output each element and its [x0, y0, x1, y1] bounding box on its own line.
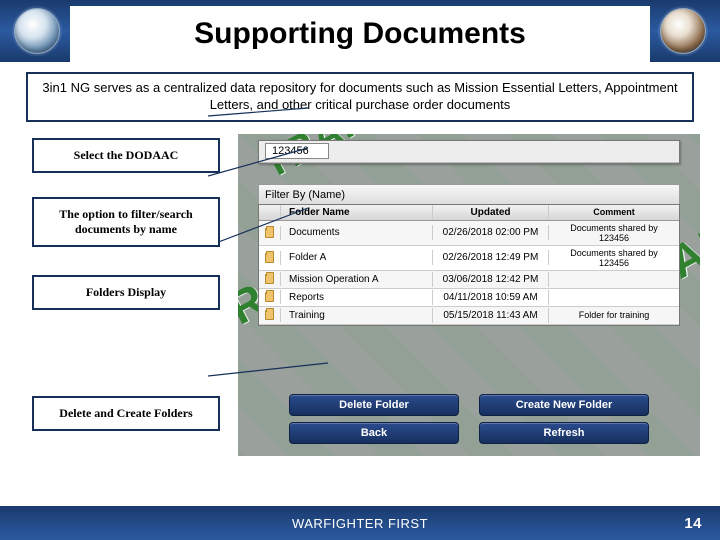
folder-icon	[259, 308, 281, 322]
cell-comment: Folder for training	[549, 308, 679, 322]
button-row-2: Back Refresh	[258, 422, 680, 444]
col-icon	[259, 205, 281, 220]
create-folder-button[interactable]: Create New Folder	[479, 394, 649, 416]
col-comment: Comment	[549, 205, 679, 220]
agency-seal-right	[660, 8, 706, 54]
table-row[interactable]: Folder A02/26/2018 12:49 PMDocuments sha…	[259, 246, 679, 271]
col-updated: Updated	[433, 205, 549, 220]
description-banner: 3in1 NG serves as a centralized data rep…	[26, 72, 694, 122]
refresh-button[interactable]: Refresh	[479, 422, 649, 444]
dodaac-value[interactable]: 123456	[265, 143, 329, 159]
filter-label: Filter By (Name)	[265, 189, 345, 201]
cell-comment: Documents shared by 123456	[549, 246, 679, 270]
table-row[interactable]: Reports04/11/2018 10:59 AM	[259, 289, 679, 307]
folder-icon	[259, 290, 281, 304]
cell-comment	[549, 295, 679, 299]
dodaac-row: 123456	[259, 141, 679, 163]
cell-updated: 05/15/2018 11:43 AM	[433, 308, 549, 323]
folder-icon	[259, 226, 281, 240]
folders-table: Folder Name Updated Comment Documents02/…	[258, 204, 680, 326]
callout-select-dodaac: Select the DODAAC	[32, 138, 220, 173]
filter-panel: Filter By (Name)	[258, 176, 680, 206]
app-background: TRAIN TRAIN TRAIN 123456 Filter By (Name…	[238, 134, 700, 456]
button-row-1: Delete Folder Create New Folder	[258, 394, 680, 416]
page-title: Supporting Documents	[194, 17, 526, 51]
table-row[interactable]: Mission Operation A03/06/2018 12:42 PM	[259, 271, 679, 289]
delete-folder-button[interactable]: Delete Folder	[289, 394, 459, 416]
table-header: Folder Name Updated Comment	[259, 205, 679, 221]
callouts-column: Select the DODAAC The option to filter/s…	[32, 134, 220, 456]
folder-icon	[259, 272, 281, 286]
col-folder-name: Folder Name	[281, 205, 433, 220]
callout-filter: The option to filter/search documents by…	[32, 197, 220, 247]
callout-folders-display: Folders Display	[32, 275, 220, 310]
page-number: 14	[684, 515, 702, 532]
table-row[interactable]: Documents02/26/2018 02:00 PMDocuments sh…	[259, 221, 679, 246]
cell-updated: 02/26/2018 02:00 PM	[433, 225, 549, 240]
slide-header: Supporting Documents	[0, 0, 720, 62]
cell-comment: Documents shared by 123456	[549, 221, 679, 245]
filter-bar[interactable]: Filter By (Name)	[258, 184, 680, 206]
dod-seal-left	[14, 8, 60, 54]
cell-name: Mission Operation A	[281, 272, 433, 287]
table-row[interactable]: Training05/15/2018 11:43 AMFolder for tr…	[259, 307, 679, 325]
app-screenshot: TRAIN TRAIN TRAIN 123456 Filter By (Name…	[238, 134, 700, 456]
title-wrap: Supporting Documents	[70, 6, 650, 62]
folder-icon	[259, 251, 281, 265]
cell-name: Reports	[281, 290, 433, 305]
dodaac-panel: 123456	[258, 140, 680, 164]
cell-updated: 03/06/2018 12:42 PM	[433, 272, 549, 287]
footer-text: WARFIGHTER FIRST	[292, 516, 428, 531]
callout-delete-create: Delete and Create Folders	[32, 396, 220, 431]
cell-name: Training	[281, 308, 433, 323]
cell-comment	[549, 277, 679, 281]
content-area: Select the DODAAC The option to filter/s…	[0, 130, 720, 460]
back-button[interactable]: Back	[289, 422, 459, 444]
cell-updated: 02/26/2018 12:49 PM	[433, 250, 549, 265]
cell-name: Folder A	[281, 250, 433, 265]
cell-updated: 04/11/2018 10:59 AM	[433, 290, 549, 305]
cell-name: Documents	[281, 225, 433, 240]
slide-footer: WARFIGHTER FIRST 14	[0, 506, 720, 540]
